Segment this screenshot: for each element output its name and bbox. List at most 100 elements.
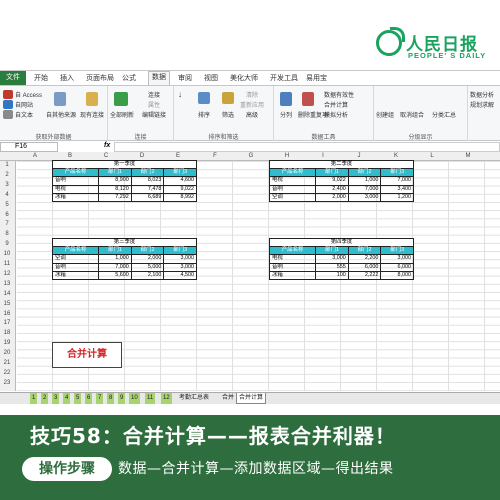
tab-developer[interactable]: 开发工具 <box>270 73 298 83</box>
table-cell[interactable]: 2,200 <box>347 254 382 264</box>
table-cell[interactable]: 1,200 <box>380 192 414 202</box>
sheet-tab[interactable]: 4 <box>63 393 71 404</box>
row-header[interactable]: 16 <box>0 311 14 317</box>
table-cell[interactable]: 3,000 <box>380 254 414 264</box>
tab-review[interactable]: 审阅 <box>178 73 192 83</box>
data-analysis-button[interactable]: 数据分析 <box>470 90 494 99</box>
row-header[interactable]: 11 <box>0 261 14 267</box>
sheet-tab[interactable]: 11 <box>145 393 156 404</box>
table-cell[interactable]: 4,600 <box>163 176 197 186</box>
row-header[interactable]: 13 <box>0 281 14 287</box>
table-cell[interactable]: 7,000 <box>380 176 414 186</box>
from-text-button[interactable]: 自文本 <box>15 110 33 119</box>
table-cell[interactable]: 9,022 <box>315 176 349 186</box>
table-cell[interactable]: 音响 <box>51 176 100 186</box>
table-cell[interactable]: 冰箱 <box>51 192 100 202</box>
row-header[interactable]: 3 <box>0 182 14 188</box>
existing-connections-button[interactable]: 现有连接 <box>80 110 104 119</box>
sheet-tab[interactable]: 8 <box>107 393 115 404</box>
table-cell[interactable]: 8,900 <box>98 176 132 186</box>
table-cell[interactable]: 8,120 <box>98 184 132 194</box>
table-row[interactable]: 冰箱 7,292 6,689 8,992 <box>51 192 197 202</box>
row-header[interactable]: 10 <box>0 251 14 257</box>
filter-button[interactable]: 筛选 <box>222 110 234 119</box>
table-cell[interactable]: 7,478 <box>130 184 165 194</box>
table-cell[interactable]: 2,400 <box>315 184 349 194</box>
tab-easytools[interactable]: 易用宝 <box>306 73 327 83</box>
clear-button[interactable]: 清除 <box>246 90 258 99</box>
consolidate-macro-button[interactable]: 合并计算 <box>52 342 122 368</box>
name-box[interactable]: F16 <box>0 142 58 152</box>
table-cell[interactable]: 3,000 <box>347 192 382 202</box>
formula-input[interactable] <box>114 142 500 152</box>
table-q3[interactable]: 第三季度 产品名称 部门1 部门2 部门3 空调 1,000 2,000 3,000 音响 7,00… <box>51 237 197 280</box>
table-cell[interactable]: 6,689 <box>130 192 165 202</box>
subtotal-button[interactable]: 分类汇总 <box>432 110 456 119</box>
table-cell[interactable]: 1,000 <box>347 176 382 186</box>
ungroup-button[interactable]: 取消组合 <box>400 110 424 119</box>
table-cell[interactable]: 100 <box>315 270 349 280</box>
tab-formulas[interactable]: 公式 <box>122 73 136 83</box>
sheet-tab[interactable]: 6 <box>85 393 93 404</box>
row-header[interactable]: 4 <box>0 192 14 198</box>
group-button[interactable]: 创建组 <box>376 110 394 119</box>
row-header[interactable]: 9 <box>0 241 14 247</box>
from-other-button[interactable]: 自其他来源 <box>46 110 76 119</box>
table-cell[interactable]: 6,000 <box>347 262 382 272</box>
consolidate-button[interactable]: 合并计算 <box>324 100 348 109</box>
table-row[interactable]: 空调 1,000 2,000 3,000 <box>51 254 197 264</box>
reapply-button[interactable]: 重新应用 <box>240 100 264 109</box>
row-header[interactable]: 17 <box>0 320 14 326</box>
column-header-f[interactable]: F <box>197 153 233 159</box>
sort-az-icon[interactable]: ↓ <box>178 90 182 99</box>
sheet-tab[interactable]: 10 <box>129 393 140 404</box>
table-cell[interactable]: 冰箱 <box>268 270 317 280</box>
row-header[interactable]: 8 <box>0 231 14 237</box>
table-cell[interactable]: 6,000 <box>380 262 414 272</box>
fx-icon[interactable]: fx <box>104 142 110 149</box>
table-cell[interactable]: 电视 <box>268 254 317 264</box>
table-cell[interactable]: 3,000 <box>163 254 197 264</box>
table-row[interactable]: 电视 3,000 2,200 3,000 <box>268 254 414 264</box>
text-to-columns-button[interactable]: 分列 <box>280 110 292 119</box>
table-cell[interactable]: 2,222 <box>347 270 382 280</box>
table-cell[interactable]: 9,022 <box>163 184 197 194</box>
table-cell[interactable]: 2,000 <box>315 192 349 202</box>
column-header-l[interactable]: L <box>414 153 450 159</box>
row-header[interactable]: 19 <box>0 340 14 346</box>
table-row[interactable]: 电视 8,120 7,478 9,022 <box>51 184 197 194</box>
tab-data[interactable]: 数据 <box>148 71 170 85</box>
what-if-button[interactable]: 模拟分析 <box>324 110 348 119</box>
table-cell[interactable]: 音响 <box>51 262 100 272</box>
row-header[interactable]: 1 <box>0 162 14 168</box>
column-header-i[interactable]: I <box>305 153 341 159</box>
table-cell[interactable]: 音响 <box>268 184 317 194</box>
table-cell[interactable]: 电视 <box>51 184 100 194</box>
table-cell[interactable]: 5,000 <box>130 262 165 272</box>
table-q4[interactable]: 第四季度 产品名称 部门1 部门2 部门3 电视 3,000 2,200 3,000 音响 555 6… <box>268 237 414 280</box>
table-cell[interactable]: 8,992 <box>163 192 197 202</box>
sheet-tab[interactable]: 合并计算 <box>236 393 267 404</box>
table-row[interactable]: 空调 2,000 3,000 1,200 <box>268 192 414 202</box>
table-cell[interactable]: 冰箱 <box>51 270 100 280</box>
sheet-tab[interactable]: 合并 <box>220 393 236 404</box>
tab-insert[interactable]: 插入 <box>60 73 74 83</box>
advanced-button[interactable]: 高级 <box>246 110 258 119</box>
row-header[interactable]: 5 <box>0 202 14 208</box>
sheet-tab[interactable]: 2 <box>41 393 49 404</box>
table-cell[interactable]: 3,000 <box>315 254 349 264</box>
row-header[interactable]: 12 <box>0 271 14 277</box>
row-header[interactable]: 6 <box>0 212 14 218</box>
table-row[interactable]: 电视 9,022 1,000 7,000 <box>268 176 414 186</box>
table-cell[interactable]: 7,000 <box>98 262 132 272</box>
row-header[interactable]: 15 <box>0 301 14 307</box>
tab-page-layout[interactable]: 页面布局 <box>86 73 114 83</box>
column-header-j[interactable]: J <box>341 153 377 159</box>
table-cell[interactable]: 3,000 <box>163 262 197 272</box>
table-cell[interactable]: 电视 <box>268 176 317 186</box>
row-header[interactable]: 14 <box>0 291 14 297</box>
tab-beautify[interactable]: 美化大师 <box>230 73 258 83</box>
table-cell[interactable]: 空调 <box>268 192 317 202</box>
table-cell[interactable]: 5,600 <box>98 270 132 280</box>
table-cell[interactable]: 555 <box>315 262 349 272</box>
